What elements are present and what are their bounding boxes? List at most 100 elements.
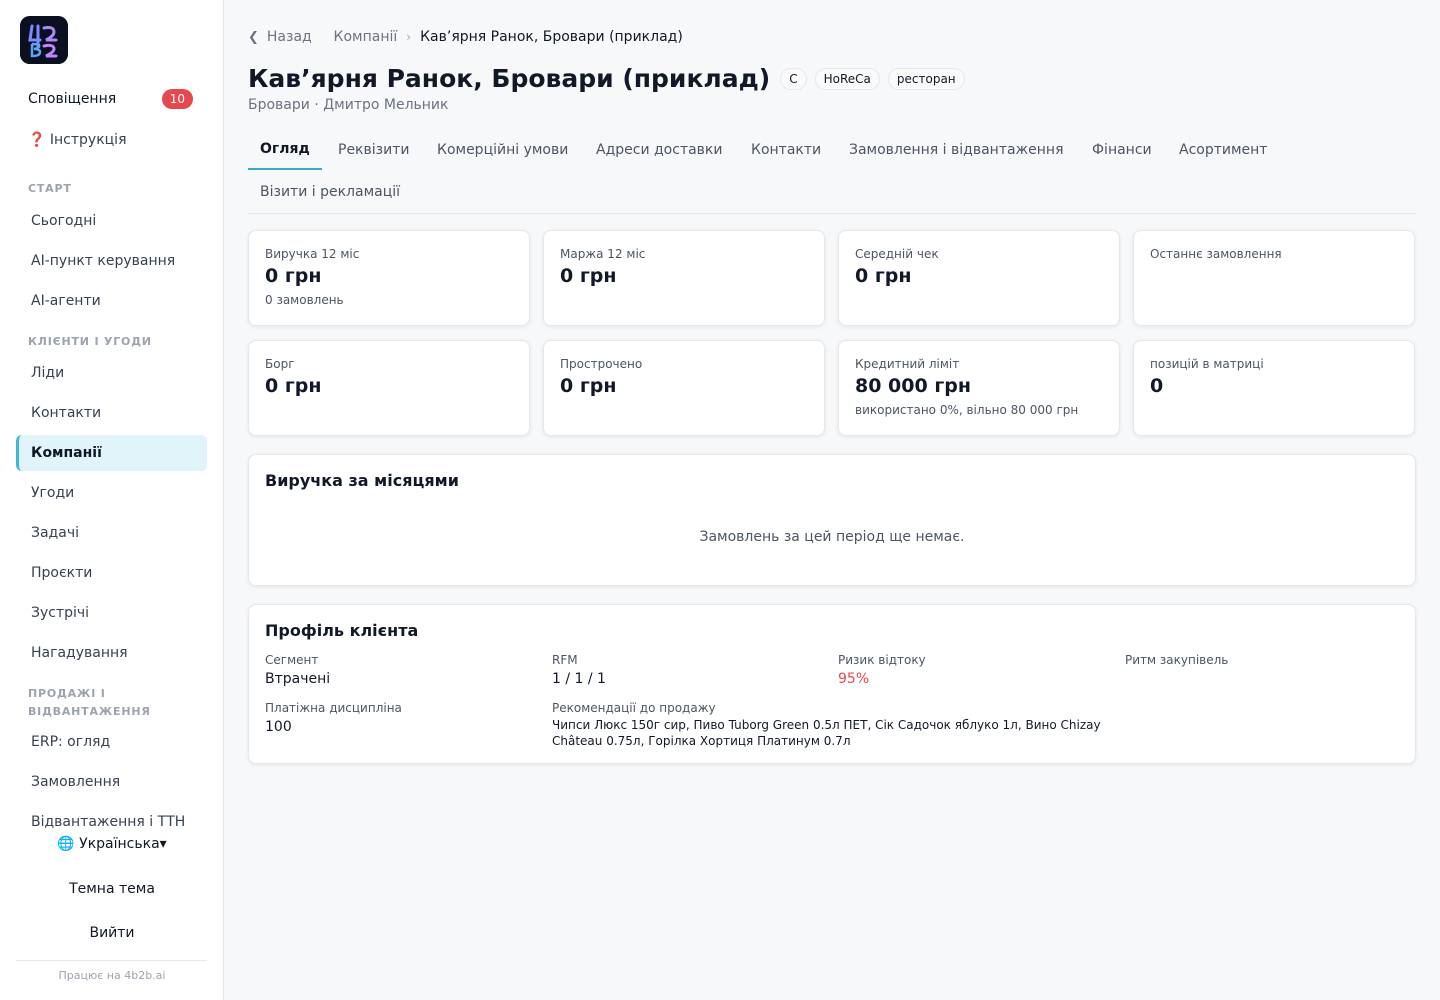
field-label: Ризик відтоку [838, 653, 926, 667]
sidebar-item-label: AI-агенти [31, 293, 101, 309]
kpi-value: 0 грн [855, 265, 912, 287]
kpi-card-matrix-positions: позицій в матриці 0 [1133, 340, 1415, 436]
kpi-value: 0 грн [265, 265, 322, 287]
profile-churn-risk: Ризик відтоку 95% [838, 653, 926, 687]
logout-button[interactable]: Вийти [0, 925, 224, 941]
section-start-heading: СТАРТ [28, 182, 72, 195]
tab-details[interactable]: Реквізити [326, 130, 421, 170]
kpi-value: 0 [1150, 375, 1164, 397]
profile-purchase-rhythm: Ритм закупівель [1125, 653, 1228, 667]
kpi-card-margin: Маржа 12 міс 0 грн [543, 230, 825, 326]
sidebar-item-shipments[interactable]: Відвантаження і ТТН [16, 804, 207, 840]
chevron-left-icon: ❮ [248, 29, 259, 45]
field-label: Сегмент [265, 653, 319, 667]
sidebar-item-label: AI-пункт керування [31, 253, 176, 269]
sidebar-item-label: Зустрічі [31, 605, 90, 621]
tab-visits-claims[interactable]: Візити і рекламації [248, 172, 412, 212]
profile-rfm: RFM 1 / 1 / 1 [552, 653, 606, 687]
kpi-value: 0 грн [560, 265, 617, 287]
powered-by-link[interactable]: Працює на 4b2b.ai [0, 969, 224, 982]
profile-recommendations: Рекомендації до продажу Чипси Люкс 150г … [552, 701, 1112, 749]
breadcrumb-spacer [321, 30, 325, 44]
page-subtitle: Бровари · Дмитро Мельник [248, 97, 449, 113]
sidebar-item-ai-control[interactable]: AI-пункт керування [16, 243, 207, 279]
language-select[interactable]: 🌐 Українська▾ [0, 836, 224, 852]
field-value: 100 [265, 719, 292, 735]
sidebar-item-label: Сповіщення [28, 91, 117, 107]
notifications-count-badge: 10 [161, 89, 193, 109]
sidebar-item-leads[interactable]: Ліди [16, 355, 207, 391]
tier-chip: C [780, 67, 807, 90]
sidebar-item-companies[interactable]: Компанії [16, 435, 207, 471]
sidebar-item-label: Компанії [31, 445, 102, 461]
kpi-card-revenue: Виручка 12 міс 0 грн 0 замовлень [248, 230, 530, 326]
kpi-label: позицій в матриці [1150, 357, 1264, 371]
kpi-label: Борг [265, 357, 295, 371]
kpi-label: Кредитний ліміт [855, 357, 960, 371]
kpi-label: Маржа 12 міс [560, 247, 646, 261]
sidebar-item-contacts[interactable]: Контакти [16, 395, 207, 431]
tab-assortment[interactable]: Асортимент [1167, 130, 1279, 170]
kpi-label: Прострочено [560, 357, 643, 371]
tab-finance[interactable]: Фінанси [1080, 130, 1164, 170]
tab-contacts[interactable]: Контакти [739, 130, 833, 170]
logo-icon [20, 16, 68, 64]
sidebar-item-projects[interactable]: Проєкти [16, 555, 207, 591]
sidebar-item-notifications[interactable]: Сповіщення 10 [16, 82, 207, 116]
tab-orders-shipments[interactable]: Замовлення і відвантаження [837, 130, 1076, 170]
field-value: Втрачені [265, 671, 331, 687]
sidebar-item-reminders[interactable]: Нагадування [16, 635, 207, 671]
sidebar-item-label: Угоди [31, 485, 75, 501]
kpi-sub: 0 замовлень [265, 293, 344, 307]
kpi-card-credit-limit: Кредитний ліміт 80 000 грн використано 0… [838, 340, 1120, 436]
field-value: 95% [838, 671, 870, 687]
kpi-label: Останнє замовлення [1150, 247, 1282, 261]
sidebar-item-today[interactable]: Сьогодні [16, 203, 207, 239]
sidebar-item-label: Проєкти [31, 565, 93, 581]
type-chip: ресторан [887, 67, 965, 90]
kpi-value: 80 000 грн [855, 375, 971, 397]
sidebar-item-deals[interactable]: Угоди [16, 475, 207, 511]
sidebar: Сповіщення 10 ❓ Інструкція СТАРТ Сьогодн… [0, 0, 224, 1000]
tab-delivery-addresses[interactable]: Адреси доставки [584, 130, 735, 170]
sidebar-item-label: ❓ Інструкція [28, 132, 127, 148]
sidebar-item-label: Задачі [31, 525, 79, 541]
kpi-label: Середній чек [855, 247, 939, 261]
sidebar-item-help[interactable]: ❓ Інструкція [16, 123, 207, 157]
sidebar-item-label: Ліди [31, 365, 65, 381]
sidebar-item-ai-agents[interactable]: AI-агенти [16, 283, 207, 319]
sidebar-item-label: ERP: огляд [31, 734, 111, 750]
sidebar-item-label: Замовлення [31, 774, 121, 790]
kpi-card-debt: Борг 0 грн [248, 340, 530, 436]
kpi-sub: використано 0%, вільно 80 000 грн [855, 403, 1079, 417]
sidebar-item-meetings[interactable]: Зустрічі [16, 595, 207, 631]
empty-state-message: Замовлень за цей період ще немає. [699, 529, 965, 545]
chevron-right-icon: › [406, 30, 412, 44]
channel-chip: HoReCa [814, 67, 880, 90]
section-sales-heading: ПРОДАЖІ І ВІДВАНТАЖЕННЯ [28, 687, 151, 718]
kpi-label: Виручка 12 міс [265, 247, 360, 261]
tab-overview[interactable]: Огляд [248, 130, 322, 170]
back-link-label: Назад [266, 29, 312, 45]
page-title: Кав’ярня Ранок, Бровари (приклад) [248, 64, 771, 93]
sidebar-item-label: Сьогодні [31, 213, 97, 229]
section-clients-heading: КЛІЄНТИ І УГОДИ [28, 335, 152, 348]
sidebar-divider [16, 960, 207, 961]
tab-commercial-terms[interactable]: Комерційні умови [425, 130, 580, 170]
back-link[interactable]: ❮ Назад [248, 29, 312, 45]
dark-theme-button[interactable]: Темна тема [0, 881, 224, 897]
sidebar-item-label: Контакти [31, 405, 102, 421]
sidebar-item-erp[interactable]: ERP: огляд [16, 724, 207, 760]
revenue-by-month-card: Виручка за місяцями Замовлень за цей пер… [248, 454, 1416, 586]
profile-segment: Сегмент Втрачені [265, 653, 330, 687]
sidebar-item-orders[interactable]: Замовлення [16, 764, 207, 800]
field-label: Рекомендації до продажу [552, 701, 716, 715]
kpi-value: 0 грн [265, 375, 322, 397]
card-title: Профіль клієнта [265, 621, 419, 640]
breadcrumb-companies-link[interactable]: Компанії [334, 29, 398, 45]
field-value: 1 / 1 / 1 [552, 671, 606, 687]
profile-payment-discipline: Платіжна дисципліна 100 [265, 701, 402, 735]
app-logo[interactable] [20, 16, 68, 64]
field-label: Платіжна дисципліна [265, 701, 402, 715]
sidebar-item-tasks[interactable]: Задачі [16, 515, 207, 551]
